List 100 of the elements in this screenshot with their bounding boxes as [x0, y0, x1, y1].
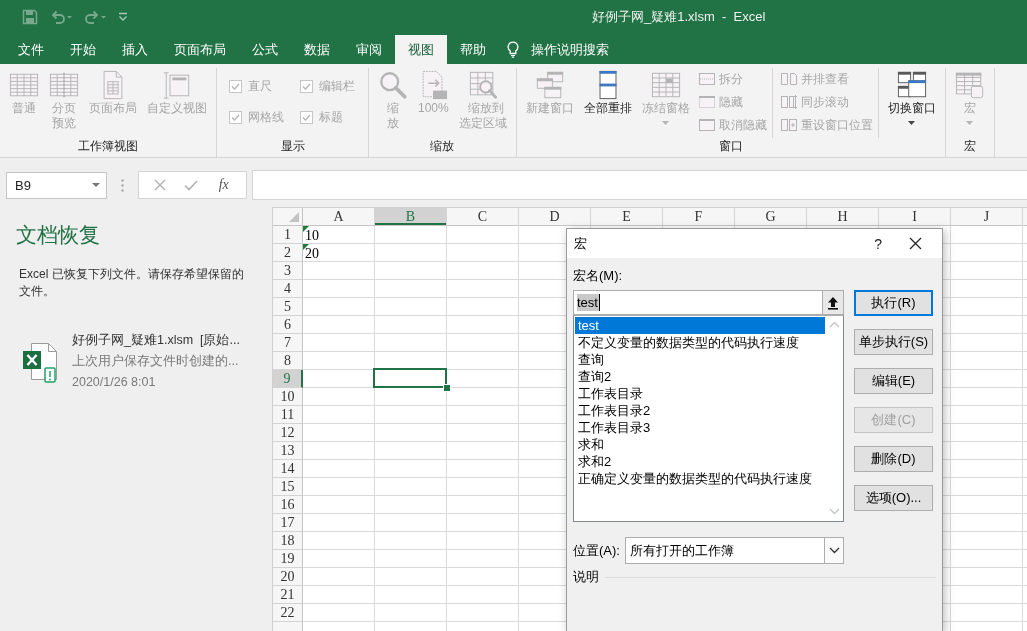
caret-icon[interactable]: [92, 183, 100, 187]
section-label: 说明: [573, 569, 599, 585]
row-header[interactable]: 12: [273, 424, 303, 442]
list-item[interactable]: 求和2: [575, 453, 825, 470]
row-header[interactable]: 8: [273, 352, 303, 370]
pages-plus-icon: [780, 118, 797, 132]
dialog-button[interactable]: 执行(R): [854, 290, 933, 316]
redo-icon[interactable]: [84, 9, 106, 25]
list-item[interactable]: 工作表目录2: [575, 402, 825, 419]
lightbulb-icon: [507, 41, 519, 58]
column-header[interactable]: C: [447, 208, 519, 225]
cell-value: 10: [304, 227, 319, 244]
ribbon-tab[interactable]: 文件: [5, 35, 57, 64]
row-header[interactable]: 2: [273, 244, 303, 262]
row-header[interactable]: 20: [273, 568, 303, 586]
dialog-button[interactable]: 单步执行(S): [854, 329, 933, 355]
row-header[interactable]: 18: [273, 532, 303, 550]
dialog-button[interactable]: 删除(D): [854, 446, 933, 472]
column-header[interactable]: I: [879, 208, 951, 225]
dashed-line-grid-icon: [49, 70, 79, 100]
row-header[interactable]: 14: [273, 460, 303, 478]
group-label: 宏: [962, 138, 977, 155]
pages-arrows-icon: [780, 95, 797, 109]
fill-handle[interactable]: [443, 384, 451, 392]
list-item[interactable]: 正确定义变量的数据类型的代码执行速度: [575, 470, 825, 487]
ribbon-tab[interactable]: 数据: [291, 35, 343, 64]
caret-icon: [908, 121, 916, 125]
row-header[interactable]: 10: [273, 388, 303, 406]
row-header[interactable]: 5: [273, 298, 303, 316]
row-header[interactable]: 16: [273, 496, 303, 514]
list-item[interactable]: test: [575, 317, 825, 334]
list-item[interactable]: 工作表目录3: [575, 419, 825, 436]
recovery-message: Excel 已恢复下列文件。请保存希望保留的文件。: [19, 266, 245, 300]
magnifier-icon: [378, 70, 408, 100]
name-box[interactable]: B9: [6, 171, 107, 199]
pane-title: 文档恢复: [16, 222, 100, 248]
group-label: 窗口: [717, 138, 744, 155]
two-pages-icon: [780, 72, 797, 86]
row-header[interactable]: 6: [273, 316, 303, 334]
active-cell[interactable]: [373, 368, 447, 388]
column-header[interactable]: H: [807, 208, 879, 225]
row-header[interactable]: 1: [273, 226, 303, 244]
file-time: 2020/1/26 8:01: [72, 374, 156, 391]
list-item[interactable]: 求和: [575, 436, 825, 453]
chevron-down-icon[interactable]: [829, 508, 840, 515]
grid-magnifier-icon: [467, 70, 498, 100]
row-header[interactable]: 19: [273, 550, 303, 568]
undo-icon[interactable]: [50, 9, 72, 25]
dialog-button[interactable]: 编辑(E): [854, 368, 933, 394]
line-chevron-icon[interactable]: [118, 12, 128, 22]
row-header[interactable]: 17: [273, 514, 303, 532]
row-header[interactable]: 3: [273, 262, 303, 280]
dialog-button[interactable]: 选项(O)...: [854, 485, 933, 511]
ribbon-tab[interactable]: 开始: [57, 35, 109, 64]
row-header[interactable]: 9: [273, 370, 303, 388]
list-item[interactable]: 不定义变量的数据类型的代码执行速度: [575, 334, 825, 351]
checkmark-icon[interactable]: [184, 179, 199, 191]
row-header[interactable]: 4: [273, 280, 303, 298]
ribbon-button[interactable]: 切换窗口: [883, 68, 940, 125]
column-header[interactable]: F: [663, 208, 735, 225]
close-icon[interactable]: [909, 237, 922, 250]
checkbox-label: 编辑栏: [319, 78, 355, 95]
column-header[interactable]: B: [375, 208, 447, 225]
collapse-button[interactable]: [822, 290, 844, 315]
ribbon-tab[interactable]: 审阅: [343, 35, 395, 64]
macro-name-field[interactable]: test: [573, 290, 822, 315]
help-button[interactable]: ?: [870, 235, 886, 252]
column-header[interactable]: D: [519, 208, 591, 225]
row-header[interactable]: 22: [273, 604, 303, 622]
tell-me-search[interactable]: 操作说明搜索: [507, 35, 609, 64]
ribbon-tab[interactable]: 插入: [109, 35, 161, 64]
save-icon[interactable]: [22, 9, 38, 25]
spreadsheet-file-icon: [22, 340, 60, 383]
ribbon-tab[interactable]: 帮助: [447, 35, 499, 64]
ribbon-tab[interactable]: 页面布局: [161, 35, 239, 64]
chevron-up-icon[interactable]: [829, 321, 840, 328]
file-name[interactable]: 好例子网_疑难1.xlsm [原始...: [72, 330, 240, 351]
column-header[interactable]: J: [951, 208, 1023, 225]
row-header[interactable]: 21: [273, 586, 303, 604]
column-header[interactable]: G: [735, 208, 807, 225]
tiled-windows-icon: [896, 70, 927, 100]
formula-field[interactable]: [252, 170, 1027, 200]
list-item[interactable]: 工作表目录: [575, 385, 825, 402]
row-header[interactable]: 11: [273, 406, 303, 424]
file-description: 上次用户保存文件时创建的...: [72, 353, 239, 370]
row-header[interactable]: 13: [273, 442, 303, 460]
list-item[interactable]: 查询: [575, 351, 825, 368]
row-header[interactable]: 15: [273, 478, 303, 496]
ribbon-tab[interactable]: 公式: [239, 35, 291, 64]
list-item[interactable]: 查询2: [575, 368, 825, 385]
insert-function-button[interactable]: fx: [216, 177, 231, 193]
field-label: 宏名(M):: [573, 268, 623, 284]
ribbon-button[interactable]: 全部重排: [579, 68, 636, 116]
row-header[interactable]: 7: [273, 334, 303, 352]
column-header[interactable]: E: [591, 208, 663, 225]
cross-icon[interactable]: [154, 179, 167, 191]
location-dropdown[interactable]: 所有打开的工作簿: [625, 537, 844, 564]
corner-triangle-icon[interactable]: [289, 212, 299, 222]
ribbon-tab[interactable]: 视图: [395, 35, 447, 64]
checkbox-label: 标题: [319, 109, 343, 126]
